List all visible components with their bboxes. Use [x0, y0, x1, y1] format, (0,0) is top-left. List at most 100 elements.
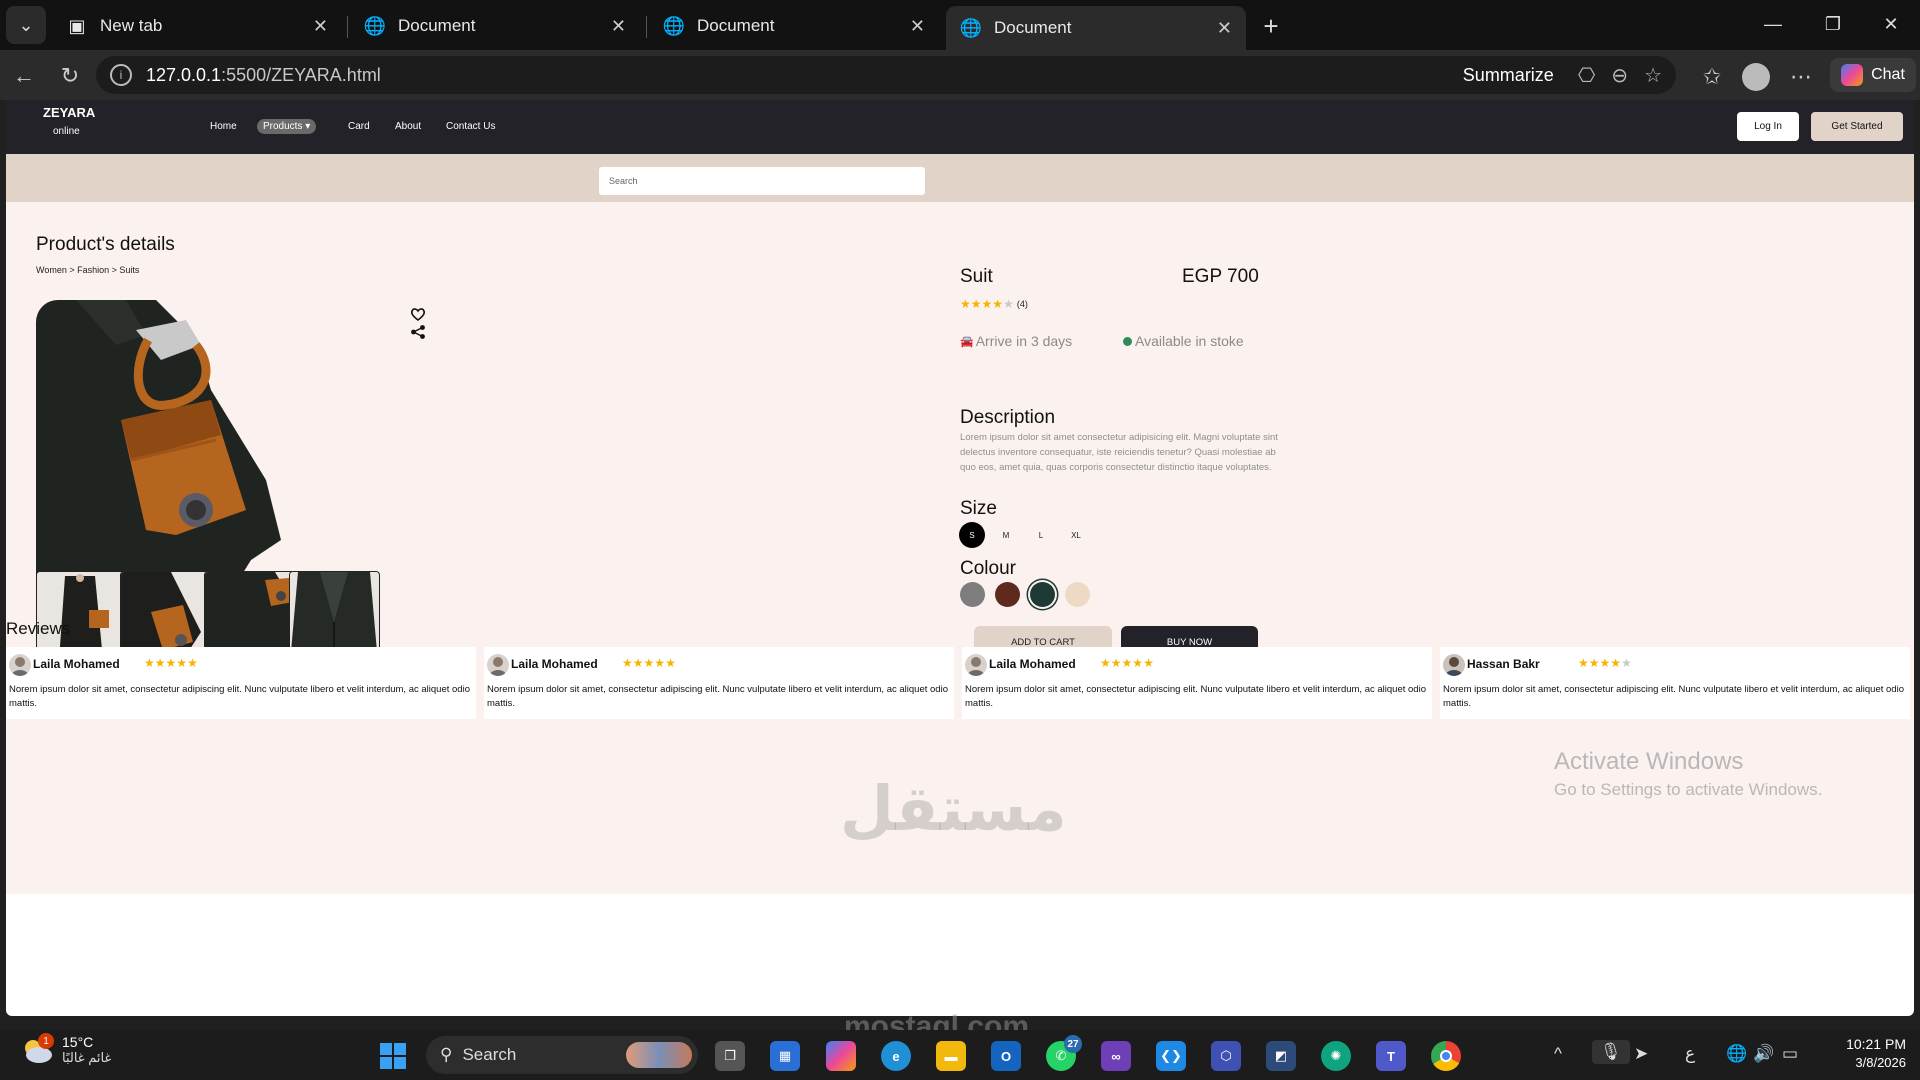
browser-toolbar: ← ↻ i 127.0.0.1:5500/ZEYARA.html Summari…	[0, 50, 1920, 100]
star-favorite-icon[interactable]: ☆	[1644, 63, 1662, 88]
description-heading: Description	[960, 407, 1056, 428]
star-filled-icon: ★	[1132, 656, 1144, 670]
restore-window-button[interactable]: ❐	[1808, 8, 1858, 40]
breadcrumb[interactable]: Women > Fashion > Suits	[36, 265, 139, 275]
nav-contact-us[interactable]: Contact Us	[440, 119, 501, 134]
colour-swatch-grey[interactable]	[960, 582, 985, 607]
colour-swatch-brown[interactable]	[995, 582, 1020, 607]
close-icon[interactable]: ✕	[611, 16, 626, 37]
task-view-icon[interactable]: ❐	[715, 1041, 745, 1071]
close-window-button[interactable]: ✕	[1866, 8, 1916, 40]
login-button[interactable]: Log In	[1737, 112, 1799, 141]
size-option-xl[interactable]: XL	[1063, 522, 1089, 548]
tab-separator	[646, 16, 647, 38]
get-started-button[interactable]: Get Started	[1811, 112, 1903, 141]
network-globe-icon[interactable]: 🌐	[1726, 1044, 1747, 1064]
star-filled-icon: ★	[1100, 656, 1111, 670]
size-option-l[interactable]: L	[1028, 522, 1054, 548]
visual-studio-icon[interactable]: ∞	[1101, 1041, 1131, 1071]
browser-tab-document-active[interactable]: 🌐 Document ✕	[946, 6, 1246, 50]
new-tab-button[interactable]: +	[1255, 10, 1287, 42]
whatsapp-icon[interactable]: ✆ 27	[1046, 1035, 1082, 1071]
site-search-input[interactable]	[599, 167, 925, 195]
volume-icon[interactable]: 🔊	[1753, 1044, 1774, 1064]
show-hidden-icons-icon[interactable]: ^	[1554, 1044, 1562, 1064]
star-filled-icon: ★	[144, 656, 155, 670]
heart-icon[interactable]	[410, 306, 426, 322]
star-filled-icon: ★	[1143, 656, 1154, 670]
edge-browser-icon[interactable]: e	[881, 1041, 911, 1071]
product-price: EGP 700	[1182, 266, 1259, 287]
nav-about[interactable]: About	[389, 119, 427, 134]
whatsapp-unread-badge: 27	[1064, 1035, 1082, 1053]
colour-swatch-dark-green[interactable]	[1030, 582, 1055, 607]
microsoft-store-icon[interactable]: ▦	[770, 1041, 800, 1071]
profile-button[interactable]	[1741, 62, 1771, 92]
refresh-button[interactable]: ↻	[54, 60, 86, 92]
share-icon[interactable]	[410, 324, 426, 340]
reviews-list: Laila Mohamed ★ ★ ★ ★ ★ Norem ipsum dolor si…	[6, 647, 1914, 719]
close-icon[interactable]: ✕	[910, 16, 925, 37]
restore-icon: ❐	[1824, 13, 1842, 34]
nav-home[interactable]: Home	[204, 119, 243, 134]
location-icon[interactable]: ➤	[1634, 1044, 1648, 1064]
microphone-muted-icon[interactable]: 🎙	[1592, 1040, 1630, 1064]
size-option-s[interactable]: S	[959, 522, 985, 548]
browser-tab-new-tab[interactable]: ▣ New tab ✕	[52, 6, 342, 46]
colour-swatch-beige[interactable]	[1065, 582, 1090, 607]
nav-products[interactable]: Products ▾	[257, 119, 317, 134]
close-icon[interactable]: ✕	[1217, 18, 1232, 39]
mostaql-watermark: مستقل	[840, 775, 1067, 844]
copilot-app-icon[interactable]	[826, 1041, 856, 1071]
star-empty-icon: ★	[1621, 656, 1632, 670]
chevron-down-icon: ⌄	[18, 14, 34, 35]
reviewer-avatar	[9, 654, 31, 676]
reviewer-name: Laila Mohamed	[989, 657, 1076, 671]
address-bar[interactable]: i 127.0.0.1:5500/ZEYARA.html Summarize ⎔…	[96, 56, 1676, 94]
windows-start-icon[interactable]	[378, 1041, 408, 1071]
zoom-out-icon[interactable]: ⊖	[1611, 63, 1628, 88]
product-rating: ★★★★★ (4)	[960, 297, 1028, 311]
taskbar-search-box[interactable]: ⚲ Search	[426, 1036, 698, 1074]
more-options-icon[interactable]: ⋯	[1786, 62, 1816, 92]
vscode-icon[interactable]: ❮❯	[1156, 1041, 1186, 1071]
minimize-window-button[interactable]: —	[1748, 8, 1798, 40]
chatgpt-icon[interactable]: ✺	[1321, 1041, 1351, 1071]
site-info-icon[interactable]: i	[110, 64, 132, 86]
file-explorer-icon[interactable]: ▬	[936, 1041, 966, 1071]
ssms-icon[interactable]: ◩	[1266, 1041, 1296, 1071]
favorites-icon[interactable]: ✩	[1697, 62, 1727, 92]
search-band	[6, 154, 1914, 202]
globe-icon: 🌐	[959, 17, 983, 38]
site-logo-title[interactable]: ZEYARA	[43, 105, 95, 120]
star-empty-icon: ★	[1003, 297, 1014, 311]
star-filled-icon: ★	[187, 656, 198, 670]
copilot-summarize-icon[interactable]: ⎔	[1578, 63, 1595, 88]
close-icon[interactable]: ✕	[313, 16, 328, 37]
review-text: Norem ipsum dolor sit amet, consectetur …	[487, 684, 948, 709]
review-text: Norem ipsum dolor sit amet, consectetur …	[9, 684, 470, 709]
car-icon: 🚘	[960, 335, 974, 348]
back-button[interactable]: ←	[8, 60, 40, 92]
tab-actions-menu-button[interactable]: ⌄	[6, 6, 46, 44]
weather-widget[interactable]: 1 15°C غائم غالبًا	[20, 1033, 111, 1066]
star-filled-icon: ★	[1610, 656, 1622, 670]
teams-icon[interactable]: T	[1376, 1041, 1406, 1071]
review-card: Laila Mohamed ★ ★ ★ ★ ★ Norem ipsum dolor si…	[962, 647, 1432, 719]
summarize-button[interactable]: Summarize	[1463, 65, 1554, 86]
search-highlight-image	[626, 1042, 692, 1068]
browser-tab-document-1[interactable]: 🌐 Document ✕	[350, 6, 640, 46]
taskbar-clock[interactable]: 10:21 PM 3/8/2026	[1834, 1036, 1906, 1070]
browser-tab-document-2[interactable]: 🌐 Document ✕	[649, 6, 939, 46]
size-option-m[interactable]: M	[993, 522, 1019, 548]
chrome-icon[interactable]	[1431, 1041, 1461, 1071]
star-filled-icon: ★	[654, 656, 666, 670]
star-filled-icon: ★	[1599, 656, 1611, 670]
outlook-icon[interactable]: O	[991, 1041, 1021, 1071]
copilot-chat-button[interactable]: Chat	[1830, 58, 1916, 92]
nav-card[interactable]: Card	[342, 119, 376, 134]
virtualbox-icon[interactable]: ⬡	[1211, 1041, 1241, 1071]
review-rating: ★ ★ ★ ★ ★	[144, 657, 198, 669]
input-language-indicator[interactable]: ع	[1685, 1044, 1695, 1064]
battery-icon[interactable]: ▭	[1782, 1044, 1798, 1064]
